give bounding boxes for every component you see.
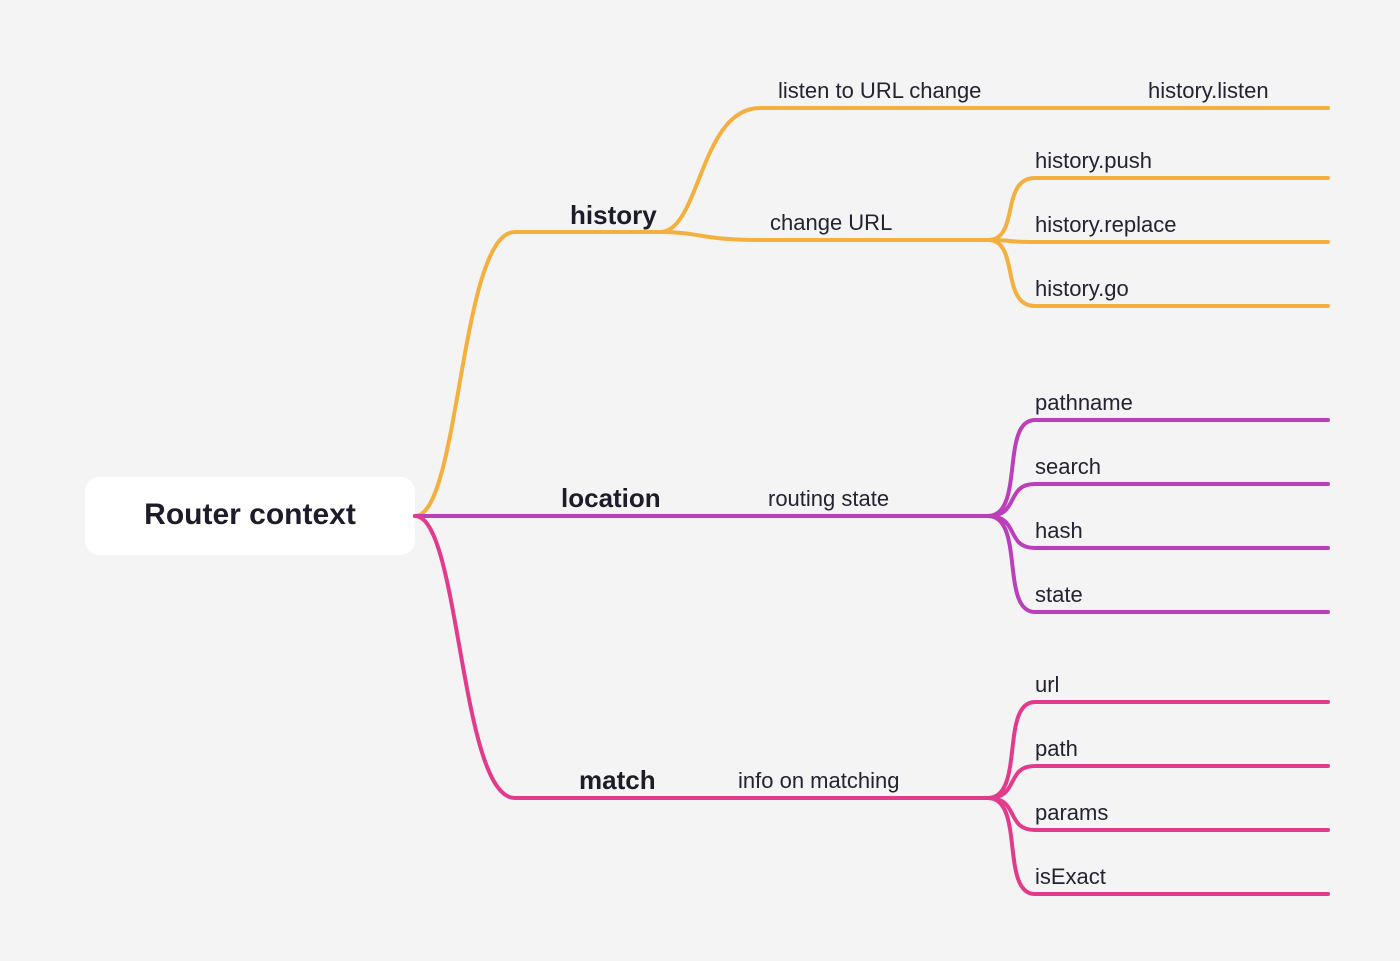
leaf-location-pathname: pathname [1035, 390, 1133, 415]
location-sub-routing-label: routing state [768, 486, 889, 511]
history-sub-change-label: change URL [770, 210, 892, 235]
branch-location-label: location [561, 483, 661, 513]
leaf-history-push: history.push [1035, 148, 1152, 173]
branch-history-label: history [570, 200, 657, 230]
leaf-history-replace: history.replace [1035, 212, 1176, 237]
edge-info-path [988, 766, 1328, 798]
root-label: Router context [144, 498, 356, 531]
leaf-location-hash: hash [1035, 518, 1083, 543]
edge-routing-search [988, 484, 1328, 516]
edge-root-history [415, 232, 660, 516]
edge-change-replace [988, 240, 1328, 242]
edge-root-match [415, 516, 660, 798]
mindmap-canvas: Router context history listen to URL cha… [0, 0, 1400, 961]
branch-match-label: match [579, 765, 656, 795]
leaf-location-state: state [1035, 582, 1083, 607]
leaf-match-params: params [1035, 800, 1108, 825]
leaf-match-isexact: isExact [1035, 864, 1106, 889]
match-sub-info-label: info on matching [738, 768, 899, 793]
leaf-history-go: history.go [1035, 276, 1129, 301]
leaf-match-path: path [1035, 736, 1078, 761]
leaf-location-search: search [1035, 454, 1101, 479]
leaf-history-listen: history.listen [1148, 78, 1269, 103]
leaf-match-url: url [1035, 672, 1059, 697]
history-sub-listen-label: listen to URL change [778, 78, 981, 103]
